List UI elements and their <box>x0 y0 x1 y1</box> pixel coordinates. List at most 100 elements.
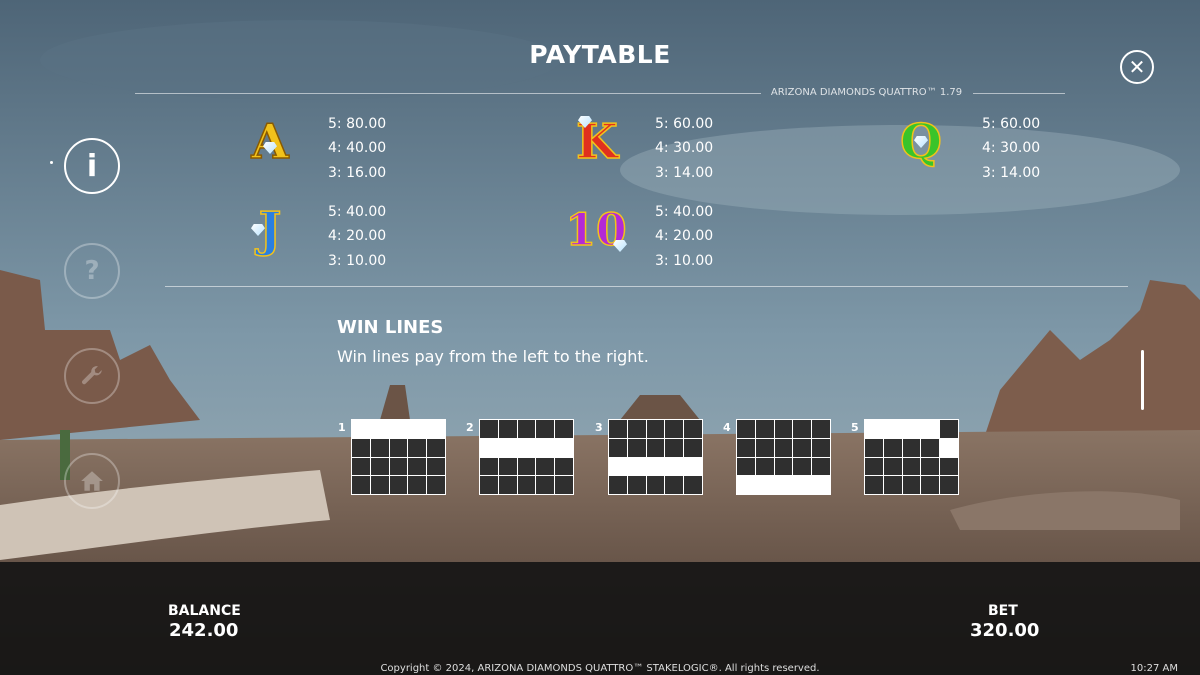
win-line-cell <box>646 420 665 438</box>
help-button[interactable]: ? <box>64 243 120 299</box>
win-line-cell-active <box>737 476 755 494</box>
win-line-cell-active <box>370 420 389 438</box>
win-line-cell-active <box>389 420 408 438</box>
line-number: 2 <box>466 421 474 434</box>
pay-3: 3: 14.00 <box>655 164 714 181</box>
pay-4: 4: 30.00 <box>982 140 1041 157</box>
pay-5: 5: 60.00 <box>982 116 1041 132</box>
win-lines-title: WIN LINES <box>337 317 444 338</box>
symbol-a-pays: 5: 80.00 4: 40.00 3: 16.00 <box>328 112 386 185</box>
win-line-cell-active <box>536 438 555 457</box>
win-line-cell <box>627 438 646 457</box>
win-line-cell-active <box>665 457 684 476</box>
win-line-cell <box>370 476 389 494</box>
win-line-cell <box>774 420 793 438</box>
pay-4: 4: 20.00 <box>655 228 714 245</box>
indicator-dot <box>50 161 53 164</box>
win-line-cell <box>865 457 883 476</box>
win-line-cell <box>755 457 774 476</box>
symbol-j: J <box>235 200 305 260</box>
symbol-j-pays: 5: 40.00 4: 20.00 3: 10.00 <box>328 200 386 273</box>
win-line-diagram <box>864 419 959 495</box>
line-number: 5 <box>851 421 859 434</box>
win-line-cell <box>812 438 830 457</box>
copyright-text: Copyright © 2024, ARIZONA DIAMONDS QUATT… <box>380 663 820 674</box>
win-line-cell-active <box>684 457 702 476</box>
win-line-cell <box>408 438 427 457</box>
win-line-cell <box>609 420 627 438</box>
win-line-cell <box>665 438 684 457</box>
win-line-cell <box>755 438 774 457</box>
win-line-cell <box>555 457 573 476</box>
line-number: 3 <box>595 421 603 434</box>
win-line-cell <box>684 438 702 457</box>
win-line-cell <box>408 476 427 494</box>
win-line-cell <box>517 420 536 438</box>
win-line-cell-active <box>883 420 902 438</box>
win-line-cell <box>902 476 921 494</box>
bet-value: 320.00 <box>970 620 1040 641</box>
win-line-cell <box>627 420 646 438</box>
win-line-cell <box>517 476 536 494</box>
symbol-10-pays: 5: 40.00 4: 20.00 3: 10.00 <box>655 200 713 273</box>
win-line-cell-active <box>627 457 646 476</box>
win-line-cell-active <box>812 476 830 494</box>
win-line-cell <box>737 420 755 438</box>
clock: 10:27 AM <box>1130 663 1178 674</box>
symbol-k: K <box>562 112 632 172</box>
win-line-cell <box>389 457 408 476</box>
balance-value: 242.00 <box>169 620 239 641</box>
win-line-cell-active <box>517 438 536 457</box>
symbol-10: 10 <box>561 200 631 260</box>
divider <box>135 93 761 94</box>
win-line-cell <box>352 476 370 494</box>
pay-3: 3: 10.00 <box>328 252 387 269</box>
win-line-cell-active <box>498 438 517 457</box>
pay-5: 5: 80.00 <box>328 116 387 132</box>
win-line-cell <box>755 420 774 438</box>
page-title: PAYTABLE <box>529 40 671 69</box>
win-line-cell <box>389 476 408 494</box>
win-line-cell-active <box>427 420 445 438</box>
home-button[interactable] <box>64 453 120 509</box>
win-line-diagram <box>479 419 574 495</box>
win-line-cell <box>940 457 958 476</box>
win-line-cell <box>865 438 883 457</box>
win-line-cell <box>498 476 517 494</box>
win-line-cell <box>865 476 883 494</box>
win-line-cell <box>684 476 702 494</box>
close-button[interactable]: ✕ <box>1120 50 1154 84</box>
win-line-cell <box>812 420 830 438</box>
win-line-cell-active <box>755 476 774 494</box>
win-line-cell-active <box>352 420 370 438</box>
symbol-a: A <box>235 112 305 172</box>
version-label: ARIZONA DIAMONDS QUATTRO™ 1.79 <box>770 87 963 98</box>
win-line-cell <box>793 457 812 476</box>
win-line-cell <box>517 457 536 476</box>
settings-button[interactable] <box>64 348 120 404</box>
win-line-cell <box>902 457 921 476</box>
scrollbar[interactable] <box>1141 350 1144 410</box>
pay-3: 3: 10.00 <box>655 252 714 269</box>
pay-3: 3: 14.00 <box>982 164 1041 181</box>
win-line-cell <box>737 438 755 457</box>
win-line-cell-active <box>480 438 498 457</box>
win-line-cell <box>793 420 812 438</box>
line-number: 4 <box>723 421 731 434</box>
win-line-cell <box>883 438 902 457</box>
info-button[interactable]: i <box>64 138 120 194</box>
bet-label: BET <box>988 603 1018 619</box>
win-line-cell <box>665 420 684 438</box>
win-line-cell <box>352 438 370 457</box>
symbol-k-pays: 5: 60.00 4: 30.00 3: 14.00 <box>655 112 713 185</box>
win-line-cell <box>498 420 517 438</box>
home-icon <box>81 471 103 491</box>
win-line-diagram <box>608 419 703 495</box>
win-line-cell <box>480 420 498 438</box>
win-line-cell <box>389 438 408 457</box>
pay-4: 4: 30.00 <box>655 140 714 157</box>
win-line-cell-active <box>609 457 627 476</box>
win-line-cell <box>883 457 902 476</box>
divider <box>165 286 1128 287</box>
win-line-cell <box>427 476 445 494</box>
